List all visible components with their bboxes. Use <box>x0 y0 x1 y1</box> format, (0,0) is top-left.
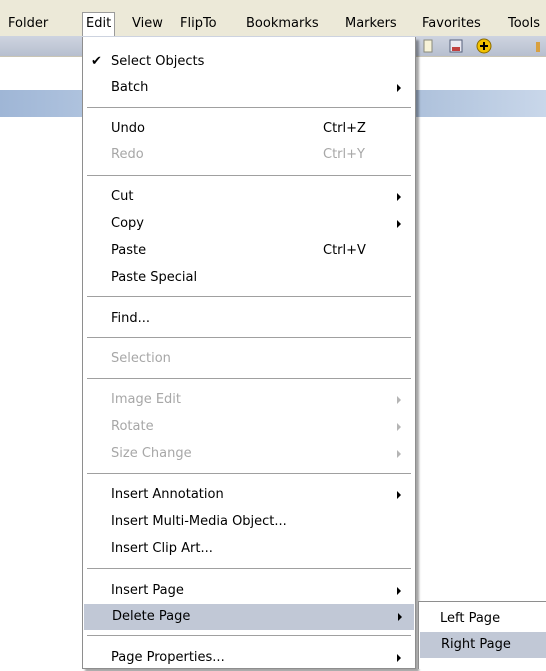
menu-flipto[interactable]: FlipTo <box>180 13 217 35</box>
submenu-arrow-icon <box>398 613 402 621</box>
menu-separator <box>87 107 411 108</box>
menu-item-select-objects[interactable]: ✔ Select Objects <box>83 49 415 75</box>
menu-item-insert-page[interactable]: Insert Page <box>83 578 415 604</box>
menu-item-selection: Selection <box>111 351 171 366</box>
menu-item-paste-special[interactable]: Paste Special <box>83 265 415 291</box>
checkmark-icon: ✔ <box>91 54 102 69</box>
menu-markers[interactable]: Markers <box>345 13 397 35</box>
menu-separator <box>87 568 411 569</box>
submenu-arrow-icon <box>397 587 401 595</box>
edit-menu: ✔ Select Objects Batch Undo Ctrl+Z Redo … <box>82 37 416 669</box>
submenu-arrow-icon <box>397 220 401 228</box>
menu-separator <box>87 473 411 474</box>
menu-item-find[interactable]: Find... <box>83 306 415 332</box>
submenu-arrow-icon <box>397 84 401 92</box>
menu-item-image-edit: Image Edit <box>83 387 415 413</box>
menu-item-cut[interactable]: Cut <box>83 184 415 210</box>
submenu-arrow-icon <box>397 423 401 431</box>
menu-item-insert-clip-art[interactable]: Insert Clip Art... <box>83 536 415 562</box>
menu-edit[interactable]: Edit <box>82 12 116 36</box>
submenu-arrow-icon <box>397 491 401 499</box>
menu-item-paste[interactable]: Paste Ctrl+V <box>83 238 415 264</box>
menu-tools[interactable]: Tools <box>508 13 540 35</box>
menu-item-rotate: Rotate <box>83 414 415 440</box>
menu-folder[interactable]: Folder <box>8 13 48 35</box>
submenu-item-right-page[interactable]: Right Page <box>420 632 546 658</box>
save-image-icon[interactable] <box>448 38 464 54</box>
submenu-arrow-icon <box>397 654 401 662</box>
menu-item-undo[interactable]: Undo Ctrl+Z <box>83 116 415 142</box>
add-icon[interactable] <box>476 38 492 54</box>
menu-item-size-change: Size Change <box>83 441 415 467</box>
menu-item-batch[interactable]: Batch <box>83 75 415 101</box>
submenu-arrow-icon <box>397 450 401 458</box>
menu-separator <box>87 296 411 297</box>
menu-separator <box>87 337 411 338</box>
menu-item-redo: Redo Ctrl+Y <box>111 147 365 162</box>
menu-item-page-properties[interactable]: Page Properties... <box>83 645 415 671</box>
submenu-item-left-page[interactable]: Left Page <box>419 606 546 632</box>
page-icon[interactable] <box>420 38 436 54</box>
menu-separator <box>87 175 411 176</box>
menu-item-insert-annotation[interactable]: Insert Annotation <box>83 482 415 508</box>
menu-separator <box>87 378 411 379</box>
menu-favorites[interactable]: Favorites <box>422 13 481 35</box>
delete-page-submenu: Left Page Right Page <box>418 601 546 669</box>
tool-icon[interactable] <box>530 38 546 54</box>
menu-separator <box>87 635 411 636</box>
menu-bookmarks[interactable]: Bookmarks <box>246 13 319 35</box>
menu-item-insert-multimedia-object[interactable]: Insert Multi-Media Object... <box>83 509 415 535</box>
menu-item-delete-page[interactable]: Delete Page <box>84 604 414 630</box>
submenu-arrow-icon <box>397 193 401 201</box>
submenu-arrow-icon <box>397 396 401 404</box>
menu-item-copy[interactable]: Copy <box>83 211 415 237</box>
menu-view[interactable]: View <box>132 13 163 35</box>
